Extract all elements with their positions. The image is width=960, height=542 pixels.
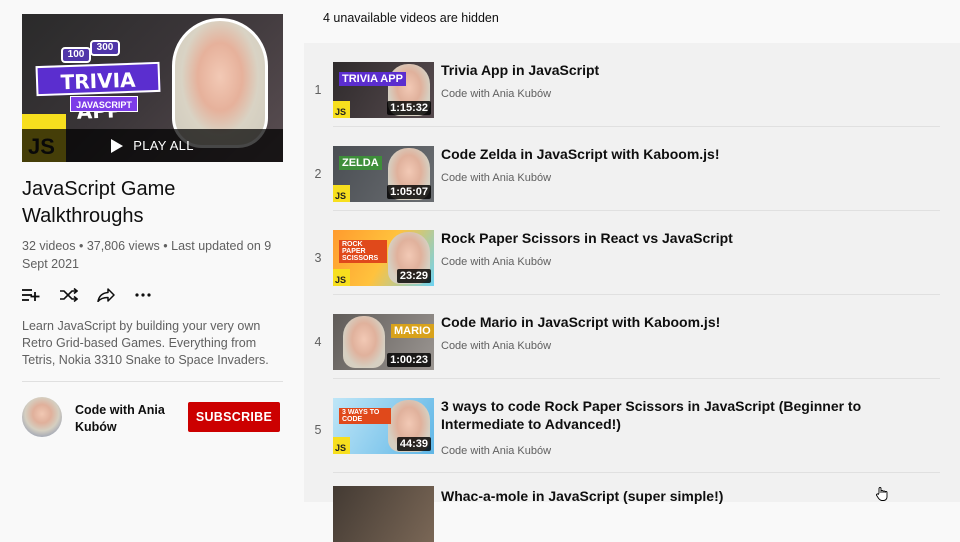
- video-duration: 1:15:32: [387, 101, 431, 115]
- hidden-videos-note: 4 unavailable videos are hidden: [323, 11, 499, 25]
- shuffle-icon[interactable]: [59, 284, 98, 306]
- js-logo: JS: [333, 185, 350, 202]
- thumbnail-caption: ZELDA: [339, 156, 382, 170]
- playlist-actions: [22, 284, 172, 306]
- playlist-videos-panel: 4 unavailable videos are hidden 1 TRIVIA…: [304, 0, 960, 542]
- playlist-title: JavaScript Game Walkthroughs: [22, 178, 176, 227]
- video-index: 5: [314, 423, 322, 437]
- divider: [22, 381, 283, 382]
- playlist-stats: 32 videos • 37,806 views • Last updated …: [22, 239, 272, 271]
- video-list: 1 TRIVIA APP JS 1:15:32 Trivia App in Ja…: [304, 43, 960, 542]
- share-icon[interactable]: [97, 284, 135, 306]
- thumbnail-caption: ROCK PAPER SCISSORS: [339, 240, 387, 263]
- video-thumbnail[interactable]: MARIO 1:00:23: [333, 314, 434, 370]
- video-thumbnail[interactable]: ZELDA JS 1:05:07: [333, 146, 434, 202]
- cover-badge: 300: [90, 40, 120, 56]
- video-index: 1: [314, 83, 322, 97]
- js-logo: JS: [333, 269, 350, 286]
- play-all-label: PLAY ALL: [133, 138, 194, 153]
- video-channel[interactable]: Code with Ania Kubów: [441, 445, 551, 457]
- cover-title: TRIVIA APP: [35, 61, 161, 124]
- video-duration: 23:29: [396, 269, 431, 283]
- video-title[interactable]: Code Zelda in JavaScript with Kaboom.js!: [441, 145, 921, 163]
- video-channel[interactable]: Code with Ania Kubów: [441, 256, 551, 268]
- video-row[interactable]: Whac-a-mole in JavaScript (super simple!…: [304, 473, 960, 542]
- channel-name[interactable]: Code with Ania Kubów: [75, 402, 175, 436]
- video-index: 2: [314, 167, 322, 181]
- more-icon[interactable]: [134, 284, 173, 306]
- js-logo: JS: [333, 437, 350, 454]
- video-thumbnail[interactable]: 3 WAYS TO CODE JS 44:39: [333, 398, 434, 454]
- video-duration: 1:00:23: [387, 353, 431, 367]
- video-title[interactable]: 3 ways to code Rock Paper Scissors in Ja…: [441, 397, 921, 433]
- play-icon: [111, 138, 124, 153]
- video-title[interactable]: Trivia App in JavaScript: [441, 61, 921, 79]
- channel-avatar[interactable]: [22, 397, 62, 437]
- add-to-queue-icon[interactable]: [22, 284, 60, 306]
- js-logo: JS: [333, 101, 350, 118]
- video-duration: 1:05:07: [387, 185, 431, 199]
- video-row[interactable]: 4 MARIO 1:00:23 Code Mario in JavaScript…: [304, 295, 960, 379]
- playlist-description: Learn JavaScript by building your very o…: [22, 319, 269, 367]
- subscribe-button[interactable]: SUBSCRIBE: [188, 402, 280, 432]
- thumbnail-caption: TRIVIA APP: [339, 72, 406, 86]
- video-thumbnail[interactable]: ROCK PAPER SCISSORS JS 23:29: [333, 230, 434, 286]
- cover-badge: 100: [61, 47, 91, 63]
- video-row[interactable]: 1 TRIVIA APP JS 1:15:32 Trivia App in Ja…: [304, 43, 960, 127]
- video-row[interactable]: 3 ROCK PAPER SCISSORS JS 23:29 Rock Pape…: [304, 211, 960, 295]
- hand-cursor-icon: [876, 487, 888, 501]
- playlist-cover[interactable]: 100 300 TRIVIA APP JAVASCRIPT JS PLAY AL…: [22, 14, 283, 162]
- video-title[interactable]: Code Mario in JavaScript with Kaboom.js!: [441, 313, 921, 331]
- video-row[interactable]: 5 3 WAYS TO CODE JS 44:39 3 ways to code…: [304, 379, 960, 473]
- video-index: 3: [314, 251, 322, 265]
- video-row[interactable]: 2 ZELDA JS 1:05:07 Code Zelda in JavaScr…: [304, 127, 960, 211]
- video-title[interactable]: Whac-a-mole in JavaScript (super simple!…: [441, 487, 921, 505]
- playlist-sidebar: 100 300 TRIVIA APP JAVASCRIPT JS PLAY AL…: [0, 0, 304, 502]
- video-index: 4: [314, 335, 322, 349]
- video-channel[interactable]: Code with Ania Kubów: [441, 340, 551, 352]
- thumbnail-caption: 3 WAYS TO CODE: [339, 408, 391, 424]
- video-thumbnail[interactable]: TRIVIA APP JS 1:15:32: [333, 62, 434, 118]
- thumbnail-caption: MARIO: [391, 324, 434, 338]
- video-channel[interactable]: Code with Ania Kubów: [441, 88, 551, 100]
- thumbnail-presenter: [343, 316, 385, 368]
- cover-tag: JAVASCRIPT: [70, 96, 138, 112]
- video-thumbnail[interactable]: [333, 486, 434, 542]
- video-title[interactable]: Rock Paper Scissors in React vs JavaScri…: [441, 229, 921, 247]
- video-channel[interactable]: Code with Ania Kubów: [441, 172, 551, 184]
- video-duration: 44:39: [396, 437, 431, 451]
- play-all-button[interactable]: PLAY ALL: [22, 129, 283, 162]
